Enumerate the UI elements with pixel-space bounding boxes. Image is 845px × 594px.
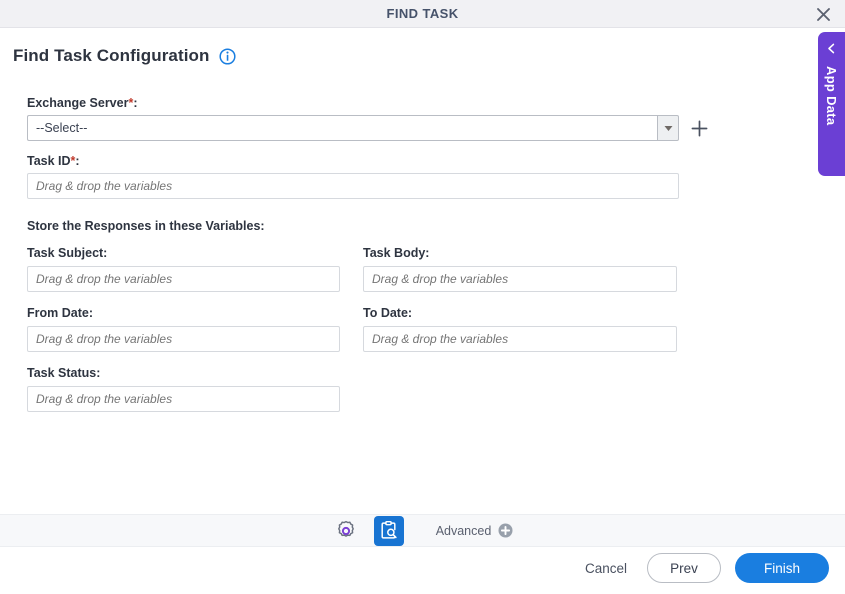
close-icon	[816, 7, 830, 21]
exchange-server-dropdown-button[interactable]	[657, 115, 679, 141]
exchange-server-selected-value[interactable]: --Select--	[27, 115, 657, 141]
bottom-toolbar: Advanced	[0, 514, 845, 547]
task-body-input[interactable]	[363, 266, 677, 292]
clipboard-search-icon	[381, 520, 397, 539]
exchange-server-colon: :	[133, 96, 138, 110]
page-title: Find Task Configuration	[13, 46, 210, 65]
task-subject-label: Task Subject:	[27, 246, 108, 260]
from-date-label: From Date:	[27, 306, 93, 320]
page-heading: Find Task Configuration	[13, 46, 236, 66]
task-subject-input[interactable]	[27, 266, 340, 292]
exchange-server-label-text: Exchange Server	[27, 96, 129, 110]
finish-button[interactable]: Finish	[735, 553, 829, 583]
task-id-label: Task ID*:	[27, 154, 80, 168]
plus-icon	[691, 120, 707, 136]
window-titlebar: FIND TASK	[0, 0, 845, 28]
task-id-colon: :	[75, 154, 80, 168]
info-icon[interactable]	[218, 47, 236, 65]
app-data-label: App Data	[824, 66, 839, 126]
chevron-left-icon	[828, 43, 835, 54]
gear-icon	[337, 520, 354, 537]
window-title: FIND TASK	[386, 6, 459, 21]
find-task-button[interactable]	[373, 515, 404, 546]
add-exchange-server-button[interactable]	[687, 115, 711, 141]
exchange-server-label: Exchange Server*:	[27, 96, 138, 110]
chevron-down-icon	[664, 125, 672, 131]
exchange-server-select[interactable]: --Select--	[27, 115, 679, 141]
from-date-input[interactable]	[27, 326, 340, 352]
to-date-label: To Date:	[363, 306, 413, 320]
task-body-label: Task Body:	[363, 246, 430, 260]
store-responses-section-title: Store the Responses in these Variables:	[27, 219, 265, 233]
dialog-footer: Cancel Prev Finish	[579, 553, 829, 583]
plus-circle-icon	[498, 523, 513, 538]
task-id-input[interactable]	[27, 173, 679, 199]
to-date-input[interactable]	[363, 326, 677, 352]
app-data-tab[interactable]: App Data	[818, 32, 845, 176]
task-status-input[interactable]	[27, 386, 340, 412]
settings-button[interactable]	[332, 517, 360, 545]
prev-button[interactable]: Prev	[647, 553, 721, 583]
cancel-button[interactable]: Cancel	[579, 555, 633, 582]
task-status-label: Task Status:	[27, 366, 101, 380]
advanced-label: Advanced	[435, 523, 492, 538]
task-id-label-text: Task ID	[27, 154, 71, 168]
close-button[interactable]	[811, 3, 835, 25]
advanced-button[interactable]: Advanced	[436, 523, 514, 538]
